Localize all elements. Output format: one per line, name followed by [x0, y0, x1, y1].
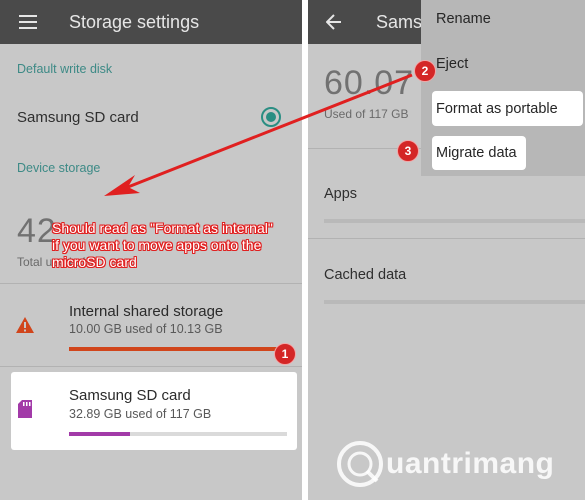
- menu-item-eject[interactable]: Eject: [436, 56, 468, 72]
- back-arrow-icon[interactable]: [308, 0, 360, 44]
- annotation-badge-3: 3: [397, 140, 419, 162]
- sd-card-usage: 32.89 GB used of 117 GB: [69, 407, 212, 421]
- cached-data-bar: [324, 300, 585, 304]
- internal-storage-bar: [69, 347, 282, 351]
- annotation-note: Should read as "Format as internal" if y…: [52, 220, 273, 270]
- page-title: Sams: [376, 11, 423, 32]
- default-write-header: Default write disk: [17, 62, 113, 76]
- apps-label: Apps: [324, 186, 358, 202]
- sd-card-bar-fill: [69, 432, 131, 436]
- app-bar: Storage settings: [0, 0, 302, 44]
- watermark: uantrimang: [336, 436, 576, 492]
- sd-card-bar: [69, 432, 287, 436]
- used-label: Used of 117 GB: [324, 107, 409, 121]
- default-write-option-label: Samsung SD card: [17, 109, 139, 126]
- cached-data-label: Cached data: [324, 267, 407, 283]
- used-number: 60.07: [324, 64, 415, 102]
- annotation-badge-1: 1: [274, 343, 296, 365]
- radio-selected-icon[interactable]: [261, 107, 281, 127]
- warning-icon: [15, 316, 35, 339]
- internal-storage-title: Internal shared storage: [69, 303, 224, 320]
- watermark-logo-icon: [337, 441, 383, 487]
- apps-bar: [324, 219, 585, 223]
- sd-card-title: Samsung SD card: [69, 387, 191, 404]
- annotation-badge-2: 2: [414, 60, 436, 82]
- watermark-text: uantrimang: [386, 447, 555, 480]
- divider: [0, 283, 302, 284]
- divider: [0, 366, 302, 367]
- page-title: Storage settings: [69, 11, 200, 32]
- menu-item-format-as-portable[interactable]: Format as portable: [432, 91, 583, 126]
- sd-card-detail-screen: Sams 60.07 Used of 117 GB Apps Cached da…: [308, 0, 585, 500]
- total-used-number: 42: [17, 212, 57, 250]
- sd-card-icon: [18, 400, 32, 423]
- overflow-menu: Rename Eject Format as portable Migrate …: [421, 0, 585, 176]
- internal-storage-usage: 10.00 GB used of 10.13 GB: [69, 322, 223, 336]
- sd-card-item[interactable]: Samsung SD card 32.89 GB used of 117 GB: [11, 372, 297, 450]
- menu-icon[interactable]: [0, 0, 56, 44]
- menu-item-rename[interactable]: Rename: [436, 11, 491, 27]
- divider: [308, 238, 585, 239]
- device-storage-header: Device storage: [17, 161, 101, 175]
- internal-storage-bar-fill: [69, 347, 280, 351]
- menu-item-migrate-data[interactable]: Migrate data: [432, 136, 526, 170]
